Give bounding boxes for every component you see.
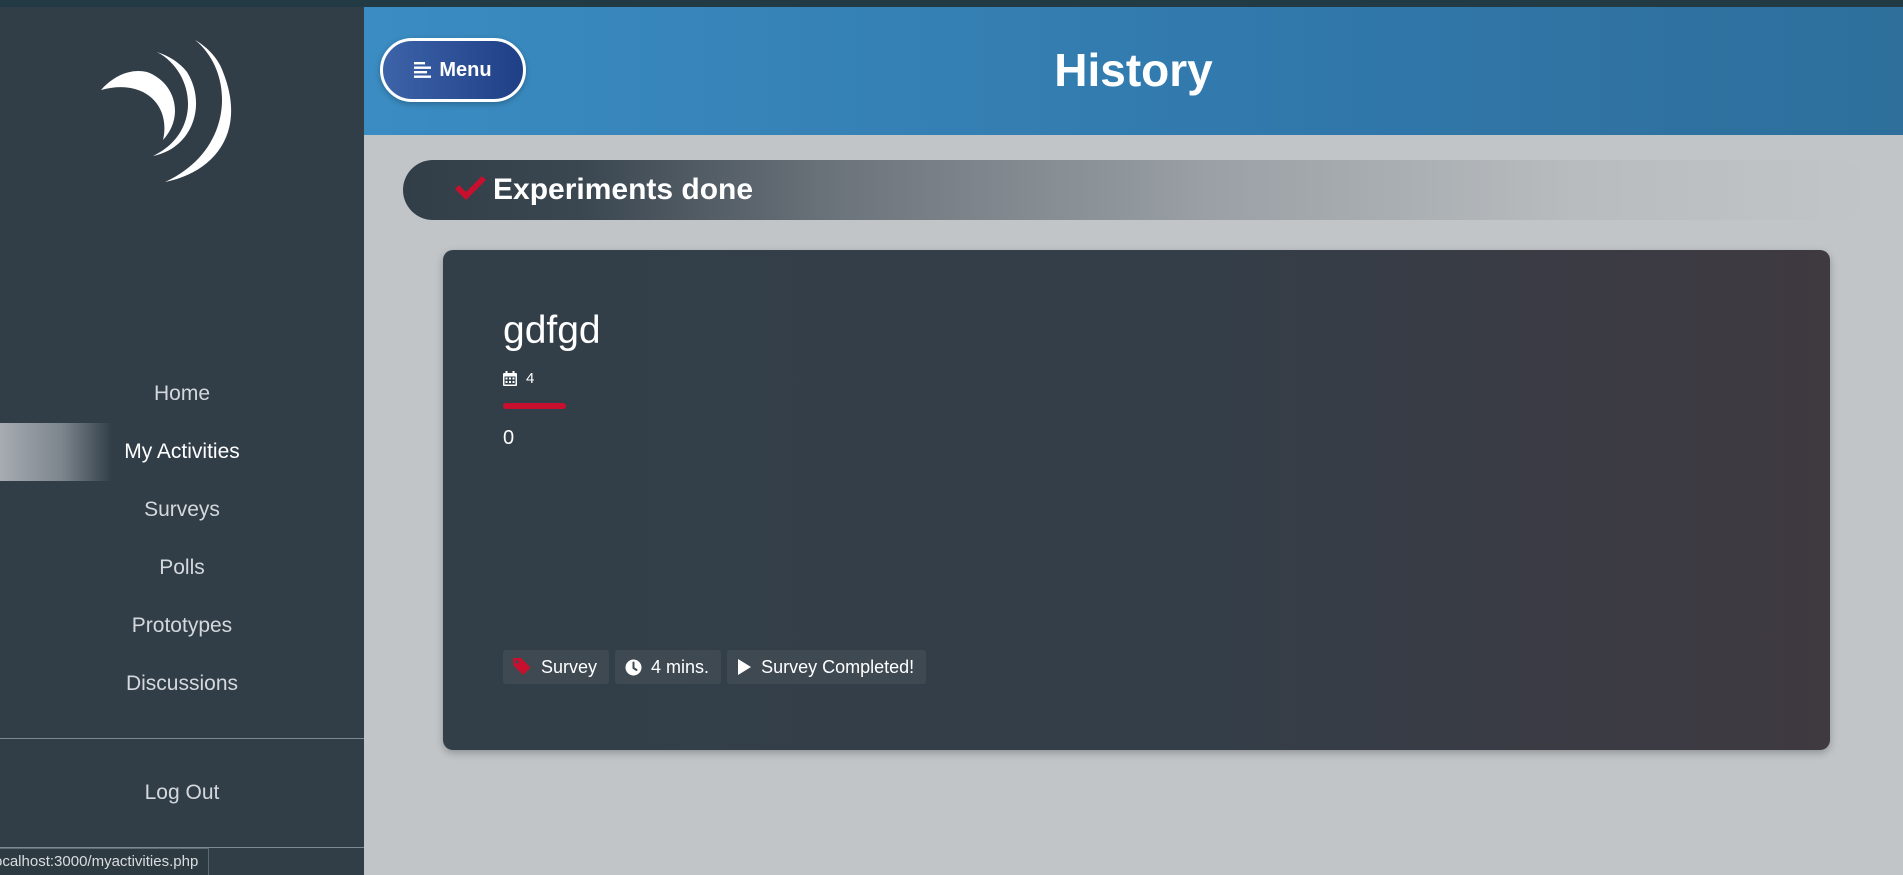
- logout-link[interactable]: Log Out: [0, 778, 364, 808]
- activity-value: 0: [503, 427, 515, 449]
- sidebar-item-my-activities[interactable]: My Activities: [0, 437, 364, 467]
- crescent-swoosh-logo-icon: [101, 40, 232, 182]
- tag-label: 4 mins.: [651, 656, 710, 677]
- sidebar-divider: [0, 738, 364, 739]
- sidebar-item-home[interactable]: Home: [0, 379, 364, 409]
- clock-icon: [625, 659, 642, 675]
- tag-label: Survey: [541, 656, 598, 677]
- tag-duration: 4 mins.: [615, 650, 722, 684]
- sidebar-item-discussions[interactable]: Discussions: [0, 669, 364, 699]
- tag-type: Survey: [503, 650, 610, 684]
- accent-underline: [503, 403, 566, 409]
- activity-card[interactable]: gdfgd 4 0 Survey 4 mins. Survey Complete…: [443, 250, 1830, 750]
- sidebar-item-surveys[interactable]: Surveys: [0, 495, 364, 525]
- tag-status: Survey Completed!: [727, 650, 927, 684]
- window-top-edge: [0, 0, 1903, 7]
- status-bar-url: ocalhost:3000/myactivities.php: [0, 848, 210, 875]
- sidebar-item-polls[interactable]: Polls: [0, 553, 364, 583]
- activity-tags: Survey 4 mins. Survey Completed!: [503, 650, 927, 684]
- tag-icon: [513, 658, 531, 675]
- section-header: Experiments done: [403, 160, 1870, 220]
- checkmark-icon: [455, 176, 486, 200]
- page-title: History: [1054, 44, 1213, 96]
- page-header: Menu History: [364, 7, 1903, 135]
- activity-meta-value: 4: [526, 370, 535, 387]
- section-title: Experiments done: [493, 173, 754, 206]
- tag-label: Survey Completed!: [761, 656, 915, 677]
- play-icon: [738, 659, 752, 675]
- sidebar: Home My Activities Surveys Polls Prototy…: [0, 7, 364, 875]
- sidebar-item-prototypes[interactable]: Prototypes: [0, 611, 364, 641]
- calendar-icon: [503, 371, 517, 386]
- activity-meta: 4: [503, 370, 534, 387]
- activity-title: gdfgd: [503, 309, 601, 352]
